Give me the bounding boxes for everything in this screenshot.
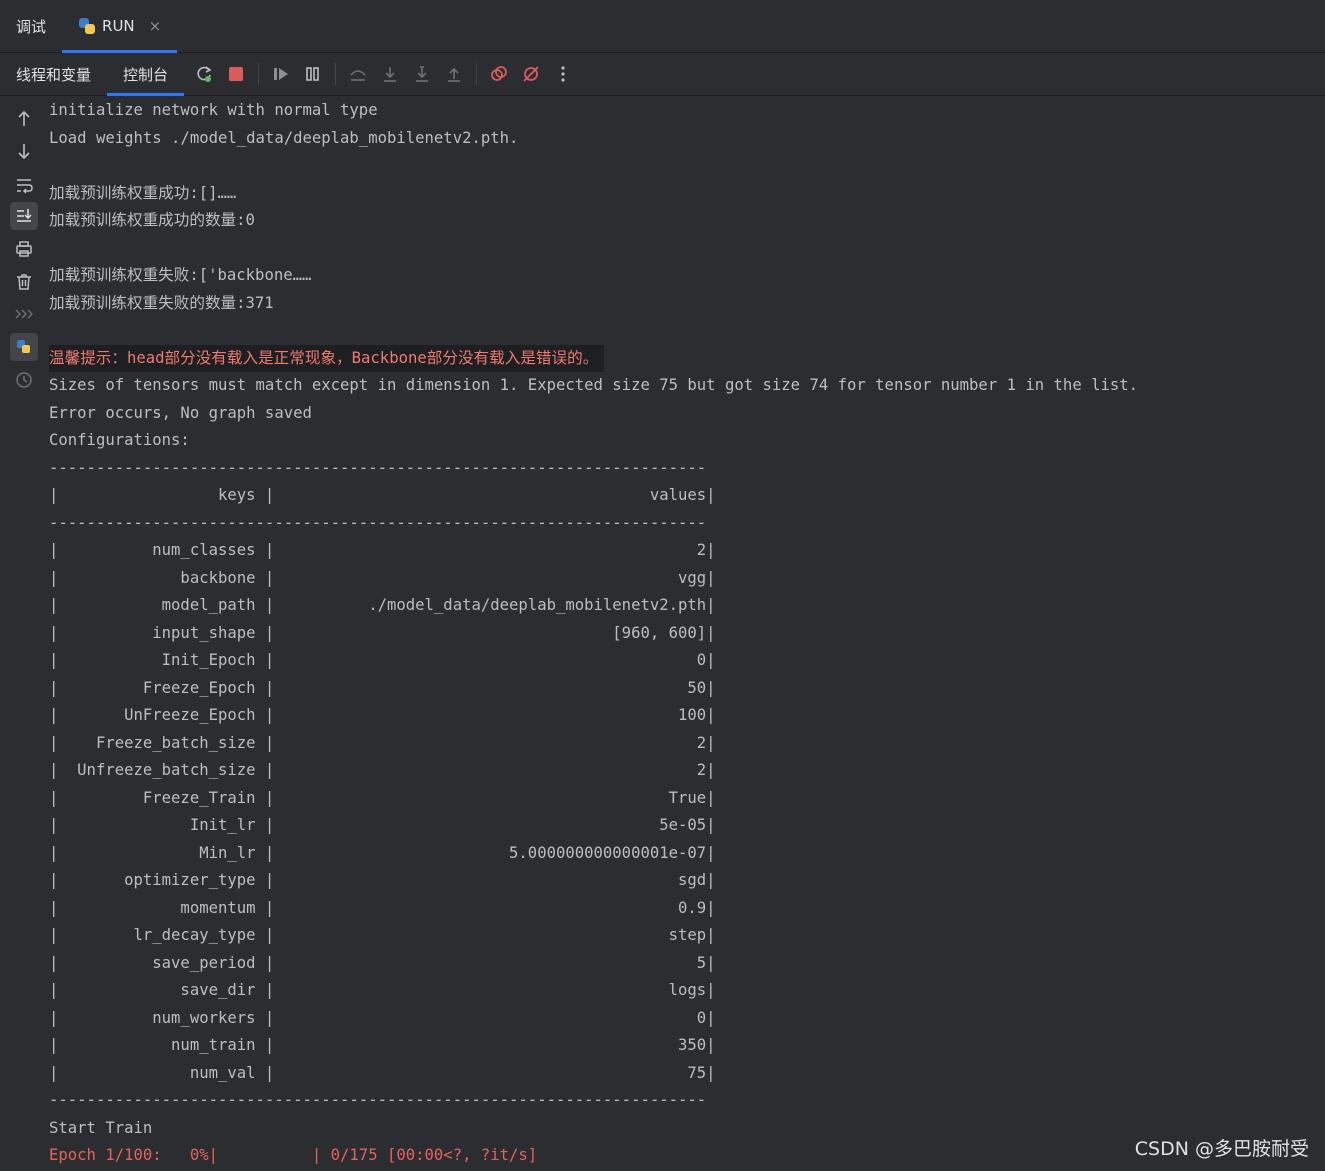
view-breakpoints-icon[interactable]	[485, 60, 513, 88]
debug-toolbar: 线程和变量 控制台	[0, 53, 1325, 96]
console-line: | num_workers | 0|	[49, 1008, 716, 1027]
stop-icon[interactable]	[222, 60, 250, 88]
print-icon[interactable]	[10, 235, 38, 263]
pause-icon[interactable]	[299, 60, 327, 88]
tab-threads-variables-label: 线程和变量	[16, 65, 92, 84]
resume-icon[interactable]	[267, 60, 295, 88]
console-output[interactable]: initialize network with normal type Load …	[48, 96, 1325, 1171]
force-step-into-icon[interactable]	[408, 60, 436, 88]
console-line: | model_path | ./model_data/deeplab_mobi…	[49, 596, 716, 614]
scroll-to-end-icon[interactable]	[10, 202, 38, 230]
arrow-down-icon[interactable]	[10, 137, 38, 165]
console-line: 加载预训练权重成功:[]……	[49, 183, 237, 202]
toolbar-divider	[476, 63, 478, 85]
toolbar-divider	[258, 63, 260, 85]
console-line: Epoch 1/100: 0%| | 0/175 [00:00<?, ?it/s…	[49, 1146, 538, 1164]
console-side-toolbar	[0, 96, 48, 1171]
mute-breakpoints-icon[interactable]	[517, 60, 545, 88]
console-line: 加载预训练权重成功的数量:0	[49, 211, 255, 229]
python-console-icon[interactable]	[10, 333, 38, 361]
console-line: | keys | values|	[49, 486, 716, 504]
expand-chevrons-icon[interactable]	[10, 300, 38, 328]
console-line: 温馨提示：head部分没有载入是正常现象，Backbone部分没有载入是错误的。	[49, 344, 605, 372]
console-line: | Freeze_Train | True|	[49, 788, 716, 807]
tab-threads-variables[interactable]: 线程和变量	[0, 53, 107, 95]
console-line: ----------------------------------------…	[49, 513, 707, 532]
tab-run-label: RUN	[102, 17, 135, 35]
console-line: ----------------------------------------…	[49, 1091, 707, 1109]
console-line: 加载预训练权重失败:['backbone……	[49, 266, 312, 284]
step-out-icon[interactable]	[440, 60, 468, 88]
trash-icon[interactable]	[10, 268, 38, 296]
console-line: | momentum | 0.9|	[49, 898, 716, 917]
tab-run[interactable]: RUN ×	[62, 0, 178, 53]
console-line: | Unfreeze_batch_size | 2|	[49, 761, 716, 779]
console-line: | Min_lr | 5.000000000000001e-07|	[49, 843, 716, 862]
console-line: | lr_decay_type | step|	[49, 926, 716, 944]
more-options-icon[interactable]	[549, 60, 577, 88]
console-line: | optimizer_type | sgd|	[49, 871, 716, 889]
console-line: | num_train | 350|	[49, 1036, 716, 1054]
console-line: Configurations:	[49, 431, 190, 449]
console-line: | num_classes | 2|	[49, 541, 716, 559]
console-line: | Init_Epoch | 0|	[49, 651, 716, 669]
console-line: | Freeze_Epoch | 50|	[49, 678, 716, 697]
console-line: | UnFreeze_Epoch | 100|	[49, 706, 716, 724]
console-line: | num_val | 75|	[49, 1063, 716, 1082]
tab-console-label: 控制台	[123, 65, 169, 84]
console-line: | save_period | 5|	[49, 953, 716, 972]
close-icon[interactable]: ×	[149, 17, 162, 35]
console-line: Load weights ./model_data/deeplab_mobile…	[49, 128, 519, 147]
console-line: initialize network with normal type	[49, 101, 378, 119]
console-line: | input_shape | [960, 600]|	[49, 623, 716, 642]
console-line: Start Train	[49, 1118, 153, 1137]
tab-console[interactable]: 控制台	[107, 53, 185, 96]
watermark: CSDN @多巴胺耐受	[1134, 1138, 1309, 1160]
python-icon	[78, 17, 96, 35]
console-line: | Freeze_batch_size | 2|	[49, 733, 716, 752]
tab-debug[interactable]: 调试	[0, 0, 62, 52]
step-over-icon[interactable]	[344, 60, 372, 88]
console-line: Sizes of tensors must match except in di…	[49, 376, 1139, 394]
console-line: | backbone | vgg|	[49, 568, 716, 587]
console-line: ----------------------------------------…	[49, 458, 707, 477]
soft-wrap-icon[interactable]	[10, 171, 38, 199]
top-tab-bar: 调试 RUN ×	[0, 0, 1325, 53]
arrow-up-icon[interactable]	[10, 105, 38, 133]
tab-debug-label: 调试	[16, 17, 47, 36]
console-line: Error occurs, No graph saved	[49, 403, 312, 422]
step-into-icon[interactable]	[376, 60, 404, 88]
console-line: 加载预训练权重失败的数量:371	[49, 293, 274, 312]
console-line: | Init_lr | 5e-05|	[49, 816, 716, 834]
toolbar-divider	[335, 63, 337, 85]
history-clock-icon[interactable]	[10, 366, 38, 394]
rerun-icon[interactable]	[190, 60, 218, 88]
console-line: | save_dir | logs|	[49, 981, 716, 999]
